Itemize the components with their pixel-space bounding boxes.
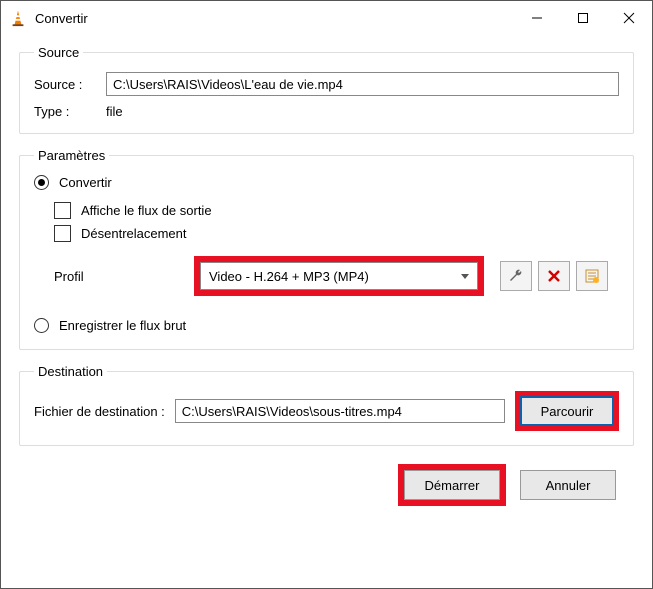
show-output-checkbox[interactable]: Affiche le flux de sortie [54, 202, 619, 219]
source-label: Source : [34, 77, 106, 92]
destination-label: Fichier de destination : [34, 404, 165, 419]
params-legend: Paramètres [34, 148, 109, 163]
browse-button[interactable]: Parcourir [520, 396, 614, 426]
deinterlace-label: Désentrelacement [81, 226, 187, 241]
delete-profile-button[interactable] [538, 261, 570, 291]
source-input[interactable] [106, 72, 619, 96]
close-button[interactable] [606, 1, 652, 35]
raw-radio-row[interactable]: Enregistrer le flux brut [34, 318, 619, 333]
start-button[interactable]: Démarrer [404, 470, 500, 500]
titlebar: Convertir [1, 1, 652, 35]
source-group: Source Source : Type : file [19, 45, 634, 134]
checkbox-unchecked-icon [54, 225, 71, 242]
convert-radio-label: Convertir [59, 175, 112, 190]
profile-highlight: Video - H.264 + MP3 (MP4) [194, 256, 484, 296]
footer: Démarrer Annuler [19, 460, 634, 506]
destination-group: Destination Fichier de destination : Par… [19, 364, 634, 446]
vlc-cone-icon [9, 9, 27, 27]
browse-label: Parcourir [541, 404, 594, 419]
type-label: Type : [34, 104, 106, 119]
radio-unchecked-icon [34, 318, 49, 333]
deinterlace-checkbox[interactable]: Désentrelacement [54, 225, 619, 242]
start-highlight: Démarrer [398, 464, 506, 506]
new-profile-button[interactable] [576, 261, 608, 291]
profile-value: Video - H.264 + MP3 (MP4) [209, 269, 369, 284]
source-legend: Source [34, 45, 83, 60]
destination-input[interactable] [175, 399, 505, 423]
wrench-icon [508, 268, 524, 284]
start-label: Démarrer [425, 478, 480, 493]
edit-profile-button[interactable] [500, 261, 532, 291]
profile-label: Profil [54, 269, 194, 284]
browse-highlight: Parcourir [515, 391, 619, 431]
maximize-button[interactable] [560, 1, 606, 35]
chevron-down-icon [461, 274, 469, 279]
raw-radio-label: Enregistrer le flux brut [59, 318, 186, 333]
radio-checked-icon [34, 175, 49, 190]
params-group: Paramètres Convertir Affiche le flux de … [19, 148, 634, 350]
destination-legend: Destination [34, 364, 107, 379]
cancel-button[interactable]: Annuler [520, 470, 616, 500]
convert-radio-row[interactable]: Convertir [34, 175, 619, 190]
cancel-label: Annuler [546, 478, 591, 493]
show-output-label: Affiche le flux de sortie [81, 203, 212, 218]
new-profile-icon [584, 268, 600, 284]
profile-combobox[interactable]: Video - H.264 + MP3 (MP4) [200, 262, 478, 290]
dialog-window: Convertir Source Source : Type : file Pa… [0, 0, 653, 589]
minimize-button[interactable] [514, 1, 560, 35]
checkbox-unchecked-icon [54, 202, 71, 219]
dialog-body: Source Source : Type : file Paramètres C… [1, 35, 652, 588]
window-title: Convertir [35, 11, 88, 26]
type-value: file [106, 104, 123, 119]
delete-icon [547, 269, 561, 283]
